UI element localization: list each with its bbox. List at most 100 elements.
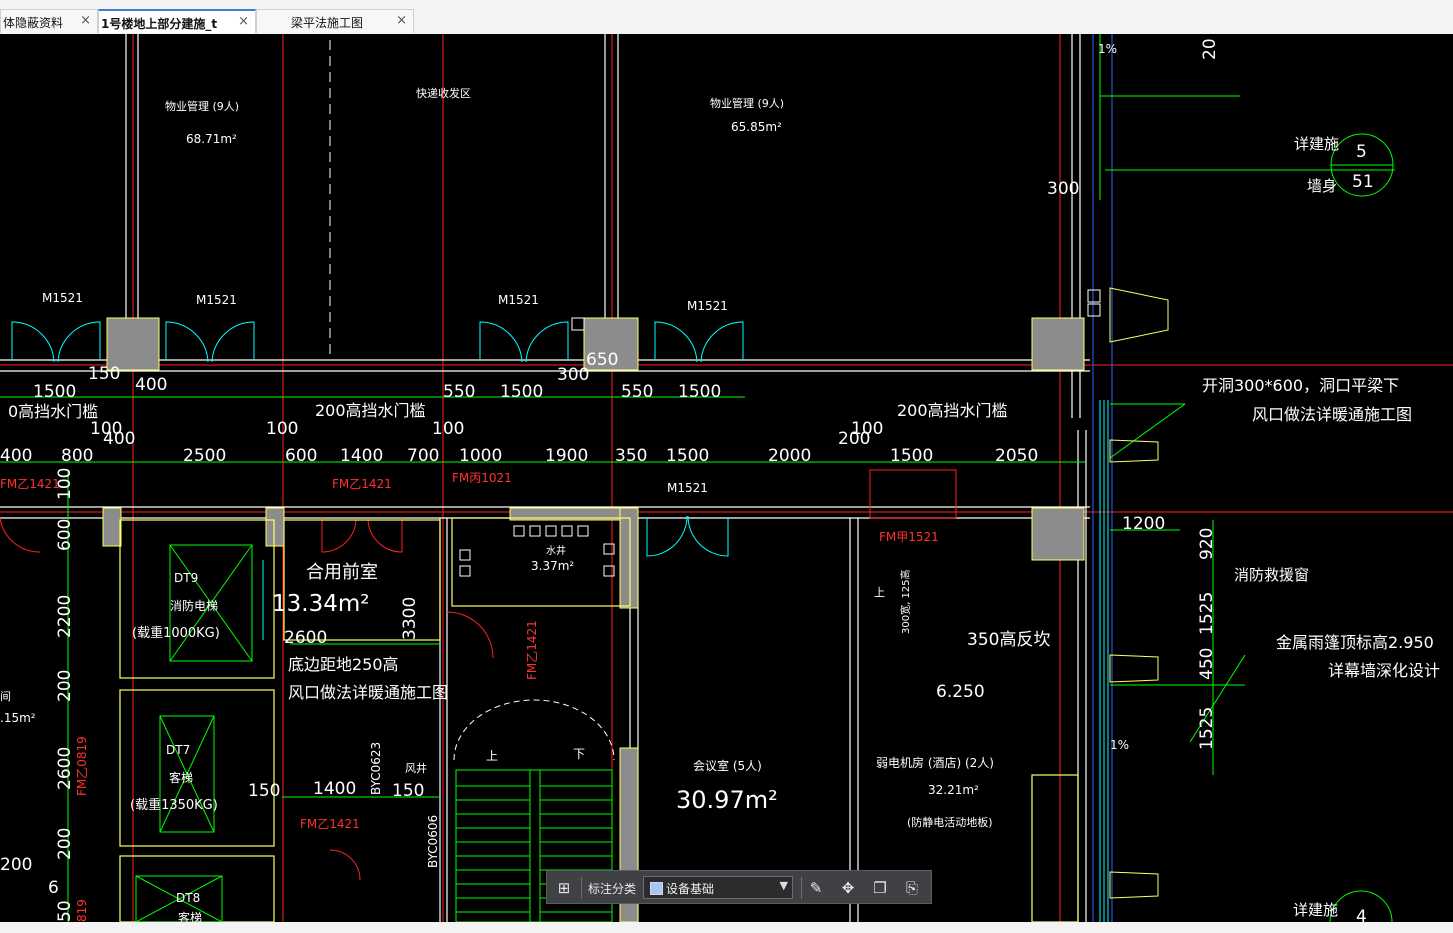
dim: 150 bbox=[88, 364, 120, 384]
note-canopy-2: 详幕墙深化设计 bbox=[1328, 661, 1440, 680]
dim: 300 bbox=[1047, 179, 1079, 199]
walls bbox=[0, 34, 1090, 922]
dim: 400 bbox=[0, 446, 32, 466]
room-water-well: 水井 bbox=[546, 544, 566, 557]
note-stair-down: 下 bbox=[573, 747, 585, 761]
door-fmj1521: FM甲1521 bbox=[879, 530, 939, 544]
room-partial-area: .15m² bbox=[0, 711, 36, 725]
dim: 50 bbox=[55, 900, 75, 922]
dim: 650 bbox=[586, 350, 618, 370]
close-icon[interactable]: × bbox=[238, 14, 249, 29]
dim: 2000 bbox=[768, 446, 811, 466]
note-slope-detail: 300宽, 125高 bbox=[899, 569, 912, 634]
dim: 1200 bbox=[1122, 514, 1165, 534]
tab-building-1-architecture[interactable]: 1号楼地上部分建施_t × bbox=[98, 9, 256, 33]
dim: 150 bbox=[392, 781, 424, 801]
note-vent-detail: 风口做法详暖通施工图 bbox=[288, 683, 448, 702]
elevator-dt9-load: (载重1000KG) bbox=[132, 625, 220, 641]
door-m1521-c: M1521 bbox=[498, 293, 539, 307]
tab-label: 1号楼地上部分建施_t bbox=[101, 17, 218, 31]
dim: 3300 bbox=[400, 597, 420, 640]
note-detail-num: 5 bbox=[1356, 142, 1367, 162]
divider bbox=[581, 877, 582, 899]
note-up-label: 上 bbox=[874, 586, 885, 599]
door-m1521-d: M1521 bbox=[687, 299, 728, 313]
dim: 350 bbox=[615, 446, 647, 466]
cad-drawing-canvas[interactable]: 物业管理 (9人) 68.71m² 快递收发区 物业管理 (9人) 65.85m… bbox=[0, 34, 1453, 922]
door-fmz1421-c: FM乙1421 bbox=[300, 817, 360, 831]
tab-label: 梁平法施工图 bbox=[291, 16, 364, 30]
dim: 550 bbox=[621, 382, 653, 402]
door-fmz1421-vertical: FM乙1421 bbox=[525, 620, 539, 680]
dim: 2600 bbox=[55, 747, 75, 790]
note-rescue-window: 消防救援窗 bbox=[1234, 566, 1309, 584]
room-weak-power: 弱电机房 (酒店) (2人) bbox=[876, 755, 994, 770]
room-weak-power-area: 32.21m² bbox=[928, 783, 979, 797]
status-bar bbox=[0, 922, 1453, 933]
dim: 700 bbox=[407, 446, 439, 466]
note-flip-350: 350高反坎 bbox=[967, 630, 1050, 650]
note-slope-2: 1% bbox=[1110, 738, 1129, 752]
dim: 1525 bbox=[1197, 592, 1217, 635]
dim: 2050 bbox=[995, 446, 1038, 466]
door-fmb1021: FM丙1021 bbox=[452, 471, 512, 485]
dim: 1000 bbox=[459, 446, 502, 466]
door-byc0606: BYC0606 bbox=[426, 815, 440, 868]
room-property-left-area: 68.71m² bbox=[186, 132, 237, 146]
close-icon[interactable]: × bbox=[396, 13, 407, 28]
note-sill-left: 0高挡水门槛 bbox=[8, 402, 98, 421]
paste-icon[interactable]: ⎘ bbox=[901, 877, 923, 899]
chevron-down-icon: ▼ bbox=[779, 879, 788, 892]
dim: 2200 bbox=[55, 595, 75, 638]
tab-concealed-records[interactable]: 体隐蔽资料 × bbox=[0, 9, 98, 33]
room-express: 快递收发区 bbox=[416, 86, 471, 100]
move-icon[interactable]: ✥ bbox=[837, 877, 859, 899]
dim: 6 bbox=[48, 878, 59, 898]
close-icon[interactable]: × bbox=[80, 13, 91, 28]
door-fmz1421-b: FM乙1421 bbox=[332, 477, 392, 491]
room-property-right: 物业管理 (9人) bbox=[710, 96, 784, 110]
selected-category: 设备基础 bbox=[666, 882, 715, 896]
copy-icon[interactable]: ❐ bbox=[869, 877, 891, 899]
door-fmz0819: FM乙0819 bbox=[75, 736, 89, 796]
elevator-shafts bbox=[119, 517, 1079, 922]
dim: 20 bbox=[1200, 38, 1220, 60]
dim: 100 bbox=[266, 419, 298, 439]
dim: 200 bbox=[0, 855, 32, 875]
note-slope: 1% bbox=[1098, 42, 1117, 56]
note-opening-2: 风口做法详暖通施工图 bbox=[1252, 405, 1412, 424]
category-color-swatch bbox=[650, 882, 663, 895]
note-sill-right: 200高挡水门槛 bbox=[897, 401, 1008, 420]
elevator-dt9-type: 消防电梯 bbox=[170, 598, 218, 613]
note-opening-1: 开洞300*600，洞口平梁下 bbox=[1202, 376, 1399, 395]
elevator-dt9: DT9 bbox=[174, 571, 198, 585]
dim: 1525 bbox=[1197, 707, 1217, 750]
note-sill-mid: 200高挡水门槛 bbox=[315, 401, 426, 420]
fire-doors bbox=[0, 469, 957, 881]
fire-door-tags: FM乙1421 FM乙1421 FM丙1021 FM甲1521 FM乙1421 … bbox=[0, 471, 939, 922]
note-bottom-250: 底边距地250高 bbox=[288, 655, 399, 674]
edit-icon[interactable]: ✎ bbox=[805, 877, 827, 899]
dim: 600 bbox=[55, 519, 75, 551]
tab-beam-drawing[interactable]: 梁平法施工图 × bbox=[256, 9, 414, 33]
room-labels: 物业管理 (9人) 68.71m² 快递收发区 物业管理 (9人) 65.85m… bbox=[0, 42, 1440, 922]
fixtures bbox=[459, 289, 1101, 577]
room-shared-lobby: 合用前室 bbox=[306, 562, 378, 583]
dim: 300 bbox=[557, 365, 589, 385]
door-m1521-b: M1521 bbox=[196, 293, 237, 307]
tab-label: 体隐蔽资料 bbox=[3, 16, 64, 30]
annotation-toolbar: ⊞ 标注分类 设备基础 ▼ ✎ ✥ ❐ ⎘ bbox=[546, 870, 932, 904]
elevator-dt7-type: 客梯 bbox=[169, 770, 193, 785]
grid-icon[interactable]: ⊞ bbox=[553, 877, 575, 899]
note-elevation-6250: 6.250 bbox=[936, 682, 985, 702]
annotation-category-select[interactable]: 设备基础 ▼ bbox=[643, 876, 793, 899]
room-property-right-area: 65.85m² bbox=[731, 120, 782, 134]
dim: 200 bbox=[55, 670, 75, 702]
dim: 200 bbox=[55, 828, 75, 860]
dim: 1400 bbox=[313, 779, 356, 799]
blue-lines bbox=[1092, 34, 1113, 922]
dim: 100 bbox=[432, 419, 464, 439]
floor-plan-drawing: 物业管理 (9人) 68.71m² 快递收发区 物业管理 (9人) 65.85m… bbox=[0, 34, 1453, 922]
divider bbox=[801, 877, 802, 899]
dim: 800 bbox=[61, 446, 93, 466]
